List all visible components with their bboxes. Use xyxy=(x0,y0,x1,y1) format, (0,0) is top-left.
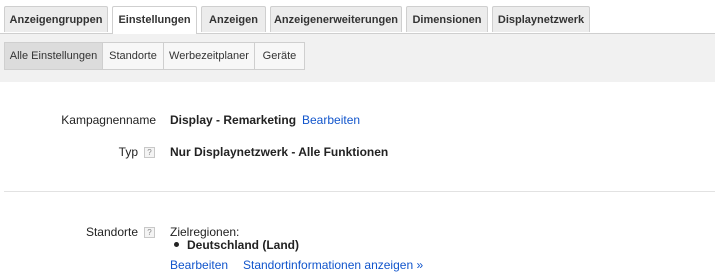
tab-einstellungen[interactable]: Einstellungen xyxy=(112,6,197,34)
subtab-alle-einstellungen[interactable]: Alle Einstellungen xyxy=(4,42,103,70)
type-value: Nur Displaynetzwerk - Alle Funktionen xyxy=(170,145,389,159)
campaign-name-edit-link[interactable]: Bearbeiten xyxy=(302,113,360,127)
subtab-geraete[interactable]: Geräte xyxy=(254,42,305,70)
type-label: Typ xyxy=(118,145,138,159)
tab-anzeigen[interactable]: Anzeigen xyxy=(201,6,266,32)
locations-label: Standorte xyxy=(85,225,138,239)
tab-dimensionen[interactable]: Dimensionen xyxy=(406,6,488,32)
sub-tab-bar: Alle Einstellungen Standorte Werbezeitpl… xyxy=(0,34,715,82)
subtab-standorte[interactable]: Standorte xyxy=(102,42,164,70)
tab-anzeigenerweiterungen[interactable]: Anzeigenerweiterungen xyxy=(270,6,402,32)
section-divider xyxy=(4,191,715,192)
campaign-name-label: Kampagnenname xyxy=(61,113,156,127)
help-icon[interactable]: ? xyxy=(144,147,155,158)
locations-edit-link[interactable]: Bearbeiten xyxy=(170,258,228,272)
main-tab-bar: Anzeigengruppen Einstellungen Anzeigen A… xyxy=(0,0,715,34)
subtab-werbezeitplaner[interactable]: Werbezeitplaner xyxy=(163,42,255,70)
location-item: Deutschland (Land) xyxy=(187,238,300,252)
campaign-name-value: Display - Remarketing xyxy=(170,113,297,127)
help-icon[interactable]: ? xyxy=(144,227,155,238)
bullet-icon xyxy=(174,242,179,247)
target-regions-heading: Zielregionen: xyxy=(170,225,240,239)
tab-anzeigengruppen[interactable]: Anzeigengruppen xyxy=(4,6,108,32)
tab-displaynetzwerk[interactable]: Displaynetzwerk xyxy=(492,6,590,32)
location-info-link[interactable]: Standortinformationen anzeigen » xyxy=(243,258,423,272)
